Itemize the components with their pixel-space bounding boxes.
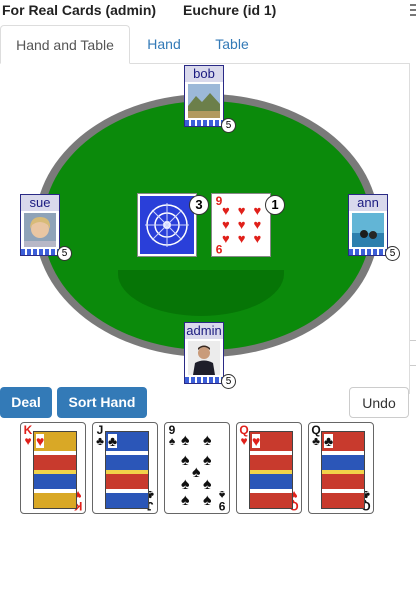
card-rank: 9 [215,242,223,256]
spade-icon: ♠ [192,464,201,481]
spade-icon: ♠ [181,432,190,449]
hand-card-j-club[interactable]: J ♣ J ♣ ♣ [92,422,158,514]
sort-hand-button[interactable]: Sort Hand [57,387,147,418]
hand-card-q-club[interactable]: Q ♣ Q ♣ ♣ [308,422,374,514]
card-rank: Q ♣ [311,423,321,448]
deal-button[interactable]: Deal [0,387,52,418]
spade-icon: ♠ [203,452,212,469]
card-count-badge: 5 [221,374,236,389]
player-name: ann [349,195,387,211]
avatar [352,213,384,247]
card-rank: Q ♥ [239,423,249,448]
spade-icon: ♠ [181,476,190,493]
club-icon: ♣ [324,433,334,449]
card-count-badge: 5 [57,246,72,261]
avatar [188,341,220,375]
face-card-art: ♣ [321,431,365,509]
pile-count-badge: 1 [265,195,285,215]
pile-count-badge: 3 [189,195,209,215]
card-rank: K ♥ [23,423,33,448]
heart-icon: ♥ [252,433,261,449]
card-stack [185,377,223,383]
card-count-badge: 5 [385,246,400,261]
face-card-art: ♥ [249,431,293,509]
player-seat-bob[interactable]: bob [184,65,224,127]
spade-icon: ♠ [203,476,212,493]
avatar [188,84,220,118]
spade-icon: ♠ [181,492,190,509]
spade-icon: ♠ [203,432,212,449]
avatar [24,213,56,247]
hand-card-k-heart[interactable]: K ♥ K ♥ ♥ [20,422,86,514]
club-icon: ♣ [108,433,118,449]
card-rank: 9 ♠ [168,423,176,448]
scroll-tick [410,340,416,341]
player-seat-admin[interactable]: admin [184,322,224,384]
spade-icon: ♠ [181,452,190,469]
scroll-edge [409,64,410,394]
game-title: Euchure (id 1) [183,2,277,18]
card-back-pile[interactable] [137,193,197,257]
card-count-badge: 5 [221,118,236,133]
nine-of-hearts-card[interactable]: 9 ♥♥♥ ♥♥♥ ♥♥♥ 9 [211,193,271,257]
player-seat-sue[interactable]: sue [20,194,60,256]
tab-hand-and-table[interactable]: Hand and Table [0,25,130,64]
hand-card-q-heart[interactable]: Q ♥ Q ♥ ♥ [236,422,302,514]
card-stack [185,120,223,126]
player-seat-ann[interactable]: ann [348,194,388,256]
card-rank: J ♣ [96,423,104,448]
face-card-art: ♥ [33,431,77,509]
heart-icon: ♥♥♥ [222,231,270,246]
hand-card-9-spade[interactable]: 9 ♠ 9 ♠ ♠ ♠ ♠ ♠ ♠ ♠ ♠ ♠ ♠ [164,422,230,514]
heart-icon: ♥ [36,433,45,449]
undo-button[interactable]: Undo [349,387,409,418]
menu-icon[interactable] [410,4,416,18]
top-bar: For Real Cards (admin) Euchure (id 1) [0,0,416,22]
heart-icon: ♥♥♥ [222,203,270,218]
pip-area: ♠ ♠ ♠ ♠ ♠ ♠ ♠ ♠ ♠ [177,431,219,509]
card-stack [21,249,59,255]
view-tabs: Hand and Table Hand Table [0,25,410,64]
card-stack [349,249,387,255]
player-name: admin [185,323,223,339]
app-title: For Real Cards (admin) [2,2,157,18]
player-name: sue [21,195,59,211]
scroll-tick [410,365,416,366]
spade-icon: ♠ [203,492,212,509]
player-name: bob [185,66,223,82]
heart-icon: ♥♥♥ [222,217,270,232]
tab-hand[interactable]: Hand [136,25,192,63]
face-card-art: ♣ [105,431,149,509]
tab-table[interactable]: Table [204,25,260,63]
